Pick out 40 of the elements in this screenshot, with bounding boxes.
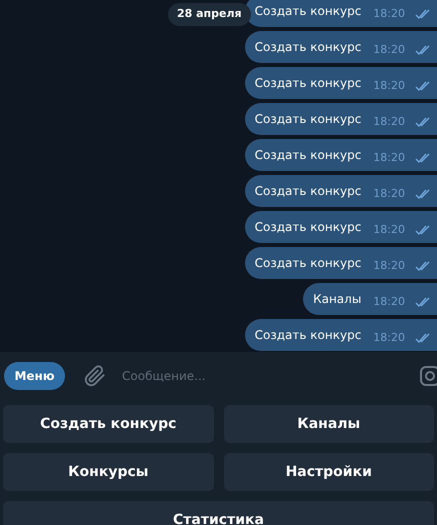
message-text: Создать конкурс [254, 111, 362, 128]
double-check-icon [415, 152, 431, 162]
double-check-icon [415, 296, 431, 306]
keyboard-button[interactable]: Каналы [224, 405, 434, 443]
message-text: Создать конкурс [254, 3, 362, 20]
message-text: Каналы [313, 291, 362, 308]
date-badge: 28 апреля [168, 3, 251, 26]
keyboard-button[interactable]: Статистика [3, 501, 434, 525]
message-time: 18:20 [373, 42, 405, 58]
message-text: Создать конкурс [254, 75, 362, 92]
message-time: 18:20 [373, 294, 405, 310]
keyboard-button[interactable]: Конкурсы [3, 453, 214, 491]
keyboard-button[interactable]: Создать конкурс [3, 405, 214, 443]
message-time: 18:20 [373, 6, 405, 22]
message-time: 18:20 [373, 114, 405, 130]
double-check-icon [415, 44, 431, 54]
sticker-icon[interactable] [419, 365, 437, 387]
message-text: Создать конкурс [254, 327, 362, 344]
message-text: Создать конкурс [254, 183, 362, 200]
message-time: 18:20 [373, 330, 405, 346]
message-text: Создать конкурс [254, 39, 362, 56]
double-check-icon [415, 224, 431, 234]
message-text: Создать конкурс [254, 255, 362, 272]
double-check-icon [415, 260, 431, 270]
double-check-icon [415, 188, 431, 198]
message-time: 18:20 [373, 186, 405, 202]
message-text: Создать конкурс [254, 219, 362, 236]
double-check-icon [415, 80, 431, 90]
message-text: Создать конкурс [254, 147, 362, 164]
message-input[interactable]: Сообщение... [122, 367, 409, 385]
message-time: 18:20 [373, 258, 405, 274]
double-check-icon [415, 332, 431, 342]
message-time: 18:20 [373, 150, 405, 166]
keyboard-button[interactable]: Настройки [224, 453, 434, 491]
paperclip-icon[interactable] [84, 365, 106, 387]
menu-button[interactable]: Меню [4, 362, 65, 390]
message-time: 18:20 [373, 78, 405, 94]
double-check-icon [415, 116, 431, 126]
message-time: 18:20 [373, 222, 405, 238]
double-check-icon [415, 8, 431, 18]
